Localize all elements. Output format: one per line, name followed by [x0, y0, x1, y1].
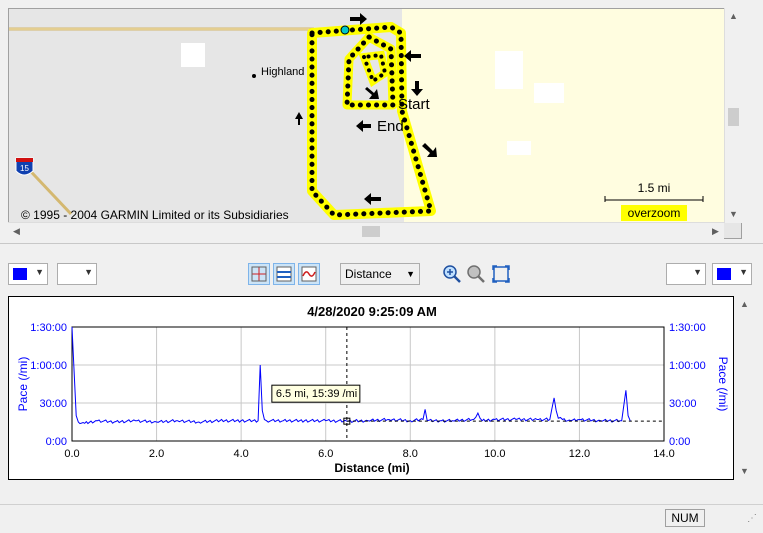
- left-series-combo[interactable]: ▼: [57, 263, 97, 285]
- right-y-tick-label: 1:30:00: [669, 322, 706, 334]
- x-tick-label: 0.0: [64, 448, 79, 460]
- crosshair-button[interactable]: [248, 263, 270, 285]
- x-tick-label: 12.0: [569, 448, 590, 460]
- start-marker-icon: [340, 25, 350, 35]
- pane-splitter[interactable]: [0, 243, 763, 251]
- chevron-down-icon: ▼: [693, 267, 702, 277]
- svg-text:overzoom: overzoom: [628, 206, 681, 220]
- x-axis-select[interactable]: Distance ▼: [340, 263, 420, 285]
- map-block: [495, 51, 523, 89]
- x-axis-label: Distance (mi): [334, 461, 409, 475]
- left-y-axis-ticks: 0:00 30:00 1:00:00 1:30:00: [30, 322, 67, 448]
- map-block: [534, 83, 564, 103]
- map-vertical-scrollbar[interactable]: ▲ ▼: [724, 8, 742, 223]
- chart-grid: [71, 326, 665, 442]
- zoom-out-icon: [467, 265, 485, 283]
- right-y-tick-label: 30:00: [669, 398, 697, 410]
- x-tick-label: 8.0: [403, 448, 418, 460]
- svg-text:1.5 mi: 1.5 mi: [638, 181, 671, 195]
- pace-chart[interactable]: 4/28/2020 9:25:09 AM 0.0 2.0 4.0 6.0 8.0 10.0…: [9, 297, 733, 479]
- copyright-text: © 1995 - 2004 GARMIN Limited or its Subs…: [21, 208, 289, 222]
- svg-text:15: 15: [20, 164, 29, 173]
- right-series-combo[interactable]: ▼: [666, 263, 706, 285]
- map-block: [507, 141, 531, 155]
- chart-panel[interactable]: 4/28/2020 9:25:09 AM 0.0 2.0 4.0 6.0 8.0 10.0…: [8, 296, 734, 480]
- plot-frame: [71, 326, 665, 442]
- num-lock-indicator: NUM: [665, 509, 705, 527]
- horizontal-lines-icon: [276, 266, 292, 282]
- cursor-tooltip: 6.5 mi, 15:39 /mi: [271, 384, 361, 403]
- left-y-tick-label: 0:00: [46, 436, 67, 448]
- horizontal-lines-button[interactable]: [273, 263, 295, 285]
- chevron-down-icon: ▼: [35, 267, 44, 277]
- left-color-combo[interactable]: ▼: [8, 263, 48, 285]
- chevron-down-icon: ▼: [406, 269, 415, 279]
- x-axis-ticks: 0.0 2.0 4.0 6.0 8.0 10.0 12.0 14.0: [64, 448, 674, 460]
- scroll-up-icon[interactable]: ▲: [736, 296, 753, 313]
- x-tick-label: 4.0: [233, 448, 248, 460]
- map-block: [181, 43, 205, 67]
- chevron-down-icon: ▼: [739, 267, 748, 277]
- city-dot-icon: [252, 74, 256, 78]
- x-tick-label: 10.0: [484, 448, 505, 460]
- scroll-up-icon[interactable]: ▲: [725, 8, 742, 25]
- wave-icon: [301, 266, 317, 282]
- svg-text:6.5 mi, 15:39 /mi: 6.5 mi, 15:39 /mi: [276, 388, 357, 400]
- scroll-down-icon[interactable]: ▼: [725, 206, 742, 223]
- map-view[interactable]: 15 Highland Start End © 1995 - 2004 GARM…: [8, 8, 742, 239]
- chart-vertical-scrollbar[interactable]: ▲ ▼: [736, 296, 754, 480]
- scroll-right-icon[interactable]: ▶: [707, 223, 724, 240]
- color-swatch: [13, 268, 27, 280]
- smooth-line-button[interactable]: [298, 263, 320, 285]
- zoom-in-button[interactable]: [441, 263, 463, 285]
- chart-horizontal-scrollbar[interactable]: [8, 482, 734, 500]
- zoom-fit-button[interactable]: [490, 263, 512, 285]
- place-label: Highland: [261, 66, 304, 78]
- x-tick-label: 2.0: [149, 448, 164, 460]
- map-area-shading: [402, 9, 725, 223]
- chevron-down-icon: ▼: [84, 267, 93, 277]
- chart-toolbar: ▼ ▼ Distance ▼ ▼ ▼: [0, 258, 763, 292]
- right-y-axis-ticks: 0:00 30:00 1:00:00 1:30:00: [669, 322, 706, 448]
- left-y-tick-label: 30:00: [39, 398, 67, 410]
- scroll-thumb[interactable]: [728, 108, 739, 126]
- color-swatch: [717, 268, 731, 280]
- map-horizontal-scrollbar[interactable]: ◀ ▶: [8, 222, 724, 239]
- pace-series-line: [71, 326, 631, 425]
- left-y-axis-label: Pace (/mi): [16, 357, 30, 412]
- status-bar: NUM ⋰: [0, 504, 763, 533]
- start-label: Start: [398, 96, 431, 113]
- right-y-tick-label: 1:00:00: [669, 360, 706, 372]
- zoom-out-button[interactable]: [465, 263, 487, 285]
- right-color-combo[interactable]: ▼: [712, 263, 752, 285]
- zoom-in-icon: [443, 265, 461, 283]
- right-y-tick-label: 0:00: [669, 436, 690, 448]
- right-y-axis-label: Pace (/mi): [716, 357, 730, 412]
- x-tick-label: 6.0: [318, 448, 333, 460]
- chart-title: 4/28/2020 9:25:09 AM: [307, 304, 437, 319]
- scroll-thumb[interactable]: [362, 226, 380, 237]
- end-label: End: [377, 118, 404, 135]
- scroll-left-icon[interactable]: ◀: [8, 223, 25, 240]
- crosshair-icon: [251, 266, 267, 282]
- scroll-down-icon[interactable]: ▼: [736, 463, 753, 480]
- zoom-fit-icon: [492, 265, 510, 283]
- map-canvas[interactable]: 15 Highland Start End © 1995 - 2004 GARM…: [9, 9, 742, 239]
- highway-shield-icon: 15: [15, 157, 34, 176]
- left-y-tick-label: 1:00:00: [30, 360, 67, 372]
- left-y-tick-label: 1:30:00: [30, 322, 67, 334]
- resize-grip-icon[interactable]: ⋰: [747, 513, 757, 524]
- x-tick-label: 14.0: [653, 448, 674, 460]
